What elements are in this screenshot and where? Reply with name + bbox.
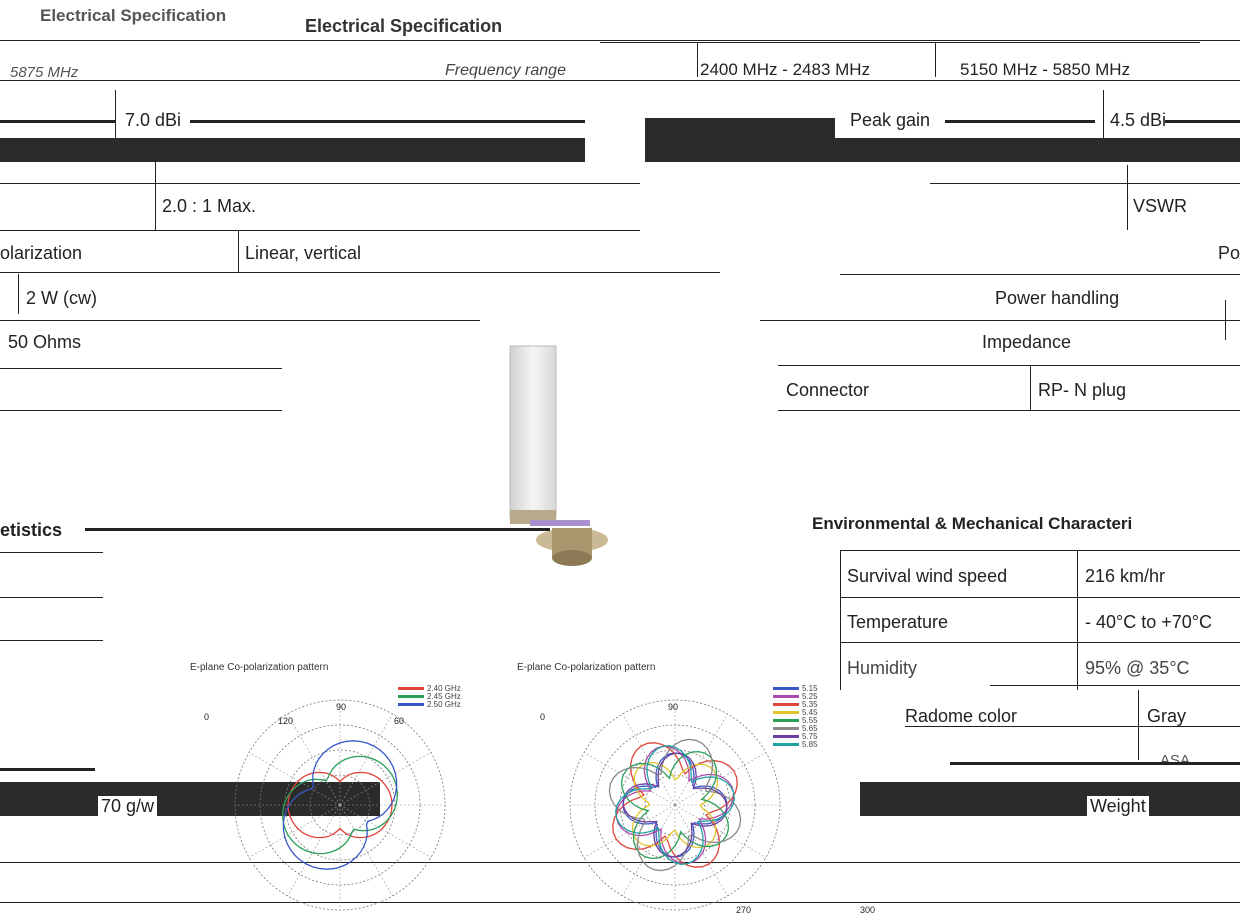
angle-label-300: 300 xyxy=(860,905,876,915)
polarization-label-right: Po xyxy=(1218,243,1240,263)
polar-plot-left xyxy=(234,699,446,911)
divider xyxy=(840,642,1240,643)
angle-label-60: 60 xyxy=(394,716,405,726)
divider xyxy=(1127,165,1128,230)
divider xyxy=(760,320,1240,321)
env-label-temperature: Temperature xyxy=(847,612,949,632)
env-label-humidity: Humidity xyxy=(847,658,918,678)
electrical-spec-title: Electrical Specification xyxy=(305,16,503,36)
polar-grid-spoke xyxy=(287,804,341,897)
angle-label-120: 120 xyxy=(278,716,294,726)
divider xyxy=(0,597,103,598)
divider xyxy=(0,768,95,771)
divider xyxy=(930,183,1240,184)
polar-grid-spoke xyxy=(339,713,393,806)
divider xyxy=(990,685,1240,686)
radome-color-value: Gray xyxy=(1147,706,1187,726)
vswr-value: 2.0 : 1 Max. xyxy=(162,196,257,216)
power-value: 2 W (cw) xyxy=(26,288,97,308)
env-value-wind: 216 km/hr xyxy=(1085,566,1166,586)
divider xyxy=(1225,300,1226,340)
divider xyxy=(0,80,1240,81)
frequency-fragment-left: 5875 MHz xyxy=(10,64,79,81)
gain-value-left: 7.0 dBi xyxy=(125,110,182,130)
divider xyxy=(1077,550,1078,690)
divider xyxy=(778,410,1240,411)
peak-gain-label: Peak gain xyxy=(850,110,931,130)
angle-label-90-right: 90 xyxy=(668,702,679,712)
polar-plot-right xyxy=(569,699,781,911)
angle-label-90: 90 xyxy=(336,702,347,712)
divider xyxy=(155,160,156,230)
axis-label-0-right: 0 xyxy=(540,712,546,722)
divider xyxy=(0,410,282,411)
polar-grid-spoke xyxy=(248,804,341,858)
divider xyxy=(840,274,1240,275)
plot-title-left: E-plane Co-polarization pattern xyxy=(190,662,329,673)
divider xyxy=(18,274,19,314)
polar-grid-spoke xyxy=(339,804,393,897)
axis-label-0: 0 xyxy=(204,712,210,722)
divider xyxy=(1165,120,1240,123)
divider xyxy=(1030,365,1031,410)
peak-gain-value: 4.5 dBi xyxy=(1110,110,1167,130)
divider xyxy=(0,120,115,123)
frequency-range-5g: 5150 MHz - 5850 MHz xyxy=(960,60,1131,79)
polar-grid-spoke xyxy=(339,804,432,858)
env-value-humidity: 95% @ 35°C xyxy=(1085,658,1190,678)
env-label-wind: Survival wind speed xyxy=(847,566,1008,586)
electrical-spec-ghost-title: Electrical Specification xyxy=(40,6,227,25)
dark-band xyxy=(860,782,1240,816)
divider xyxy=(950,762,1240,765)
divider xyxy=(0,368,282,369)
divider xyxy=(0,272,720,273)
divider xyxy=(935,42,936,77)
frequency-label: Frequency range xyxy=(445,62,566,79)
divider xyxy=(905,726,1240,727)
env-title: Environmental & Mechanical Characteri xyxy=(812,514,1133,533)
antenna-image xyxy=(509,345,608,566)
env-value-temperature: - 40°C to +70°C xyxy=(1085,612,1212,632)
divider xyxy=(840,550,1240,551)
polar-grid-spoke xyxy=(287,713,341,806)
divider xyxy=(190,120,585,123)
polar-grid-spoke xyxy=(339,752,432,806)
env-fragment-left: etistics xyxy=(0,520,63,540)
divider xyxy=(85,528,550,531)
connector-label: Connector xyxy=(786,380,870,400)
divider xyxy=(945,120,1095,123)
vswr-label: VSWR xyxy=(1133,196,1187,216)
dark-band xyxy=(0,138,585,162)
divider xyxy=(778,365,1240,366)
divider xyxy=(840,597,1240,598)
frequency-range-2g: 2400 MHz - 2483 MHz xyxy=(700,60,871,79)
impedance-value: 50 Ohms xyxy=(8,332,82,352)
power-label: Power handling xyxy=(995,288,1120,308)
polar-grid-spoke xyxy=(248,752,341,806)
radome-color-label: Radome color xyxy=(905,706,1018,726)
impedance-label: Impedance xyxy=(982,332,1072,352)
divider xyxy=(0,230,640,231)
divider xyxy=(238,230,239,272)
weight-label: Weight xyxy=(1087,796,1149,817)
divider xyxy=(840,550,841,690)
radome-material-value: ASA xyxy=(1160,752,1191,769)
divider xyxy=(600,42,1200,43)
divider xyxy=(697,42,698,77)
divider xyxy=(0,183,640,184)
weight-value-left: 70 g/w xyxy=(98,796,158,817)
plot-title-right: E-plane Co-polarization pattern xyxy=(517,662,656,673)
connector-value: RP- N plug xyxy=(1038,380,1127,400)
divider xyxy=(1138,690,1139,760)
polarization-label: olarization xyxy=(0,243,83,263)
divider xyxy=(0,40,1240,41)
angle-label-270: 270 xyxy=(736,905,752,915)
divider xyxy=(0,320,480,321)
divider xyxy=(0,552,103,553)
polarization-value: Linear, vertical xyxy=(245,243,362,263)
dark-band xyxy=(645,118,835,160)
divider xyxy=(0,640,103,641)
